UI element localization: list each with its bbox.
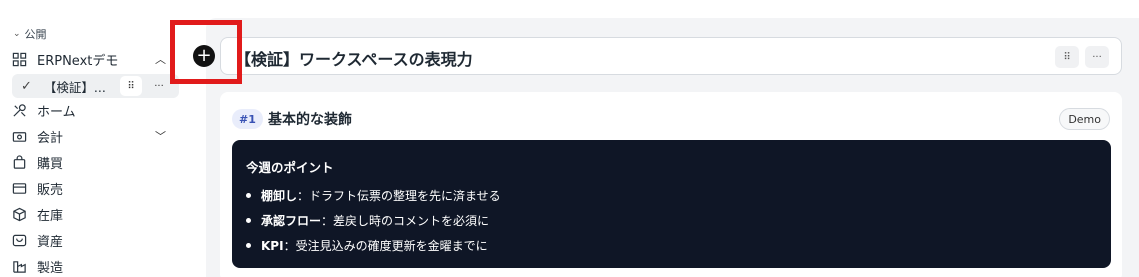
card-icon	[11, 180, 27, 196]
sidebar-item-label: 購買	[37, 156, 64, 172]
more-options-button[interactable]: ···	[148, 76, 170, 96]
bag-icon	[11, 154, 27, 170]
chevron-down-icon[interactable]: ﹀	[155, 128, 166, 144]
drag-handle-icon[interactable]: ⠿	[1055, 46, 1079, 68]
sidebar-item-assets[interactable]: 資産	[6, 228, 178, 252]
sidebar-item-sales[interactable]: 販売	[6, 176, 178, 200]
money-icon	[11, 128, 27, 144]
sidebar-item-label: 販売	[37, 182, 64, 198]
sidebar-item-purchasing[interactable]: 購買	[6, 150, 178, 174]
chevron-down-icon: ⌄	[13, 29, 21, 39]
sidebar-item-label: 【検証】...	[43, 79, 106, 95]
chevron-up-icon[interactable]: ︿	[155, 51, 166, 67]
list-item-text: ：差戻し時のコメントを必須に	[321, 214, 490, 228]
sidebar-item-label: 資産	[37, 234, 64, 250]
drag-handle-icon[interactable]: ⠿	[120, 76, 142, 96]
list-item: 承認フロー ：差戻し時のコメントを必須に	[246, 208, 501, 233]
page-title[interactable]: 【検証】ワークスペースの表現力	[235, 46, 473, 70]
list-item-text: ：受注見込みの確度更新を金曜までに	[283, 239, 488, 253]
list-item-bold: 棚卸し	[261, 189, 298, 203]
box-icon	[11, 206, 27, 222]
sidebar-item-label: ホーム	[37, 104, 76, 120]
sidebar-item-home[interactable]: ホーム	[6, 98, 178, 122]
grid-icon	[11, 51, 27, 67]
sidebar-item-label: 製造	[37, 260, 64, 276]
sidebar-item-stock[interactable]: 在庫	[6, 202, 178, 226]
bullet-icon	[246, 193, 251, 198]
check-icon: ✓	[21, 78, 32, 94]
content-card: #1 基本的な装飾 Demo 今週のポイント 棚卸し ：ドラフト伝票の整理を先に…	[220, 92, 1122, 277]
sidebar-item-label: 会計	[37, 130, 64, 146]
callout-heading: 今週のポイント	[246, 160, 334, 175]
sidebar-item-label: ERPNextデモ	[37, 53, 119, 69]
list-item-text: ：ドラフト伝票の整理を先に済ませる	[297, 189, 501, 203]
card-title: 基本的な装飾	[268, 112, 352, 128]
more-options-button[interactable]: ···	[1085, 46, 1109, 68]
sidebar-item-accounting[interactable]: 会計 ﹀	[6, 124, 178, 148]
page-title-bar[interactable]: 【検証】ワークスペースの表現力 ⠿ ···	[220, 37, 1122, 75]
section-public-header[interactable]: ⌄ 公開	[13, 26, 47, 42]
list-item: KPI ：受注見込みの確度更新を金曜までに	[246, 233, 501, 258]
sidebar-item-workspace[interactable]: ERPNextデモ ︿	[6, 47, 178, 71]
list-item: 棚卸し ：ドラフト伝票の整理を先に済ませる	[246, 183, 501, 208]
section-label: 公開	[24, 28, 47, 41]
highlight-annotation-box	[170, 20, 242, 84]
bullet-icon	[246, 218, 251, 223]
sidebar: ⌄ 公開 ERPNextデモ ︿ ✓ 【検証】... ⠿ ··· ホーム 会計 …	[0, 0, 190, 277]
callout-list: 棚卸し ：ドラフト伝票の整理を先に済ませる 承認フロー ：差戻し時のコメントを必…	[246, 183, 501, 258]
inbox-icon	[11, 232, 27, 248]
factory-icon	[11, 258, 27, 274]
list-item-bold: KPI	[261, 238, 284, 253]
bullet-icon	[246, 243, 251, 248]
list-item-bold: 承認フロー	[261, 214, 322, 228]
sidebar-item-manufacturing[interactable]: 製造	[6, 254, 178, 277]
tools-icon	[11, 102, 27, 118]
card-number-tag: #1	[232, 109, 263, 129]
demo-badge: Demo	[1059, 108, 1110, 130]
sidebar-item-label: 在庫	[37, 208, 64, 224]
callout-box: 今週のポイント 棚卸し ：ドラフト伝票の整理を先に済ませる 承認フロー ：差戻し…	[232, 140, 1111, 268]
